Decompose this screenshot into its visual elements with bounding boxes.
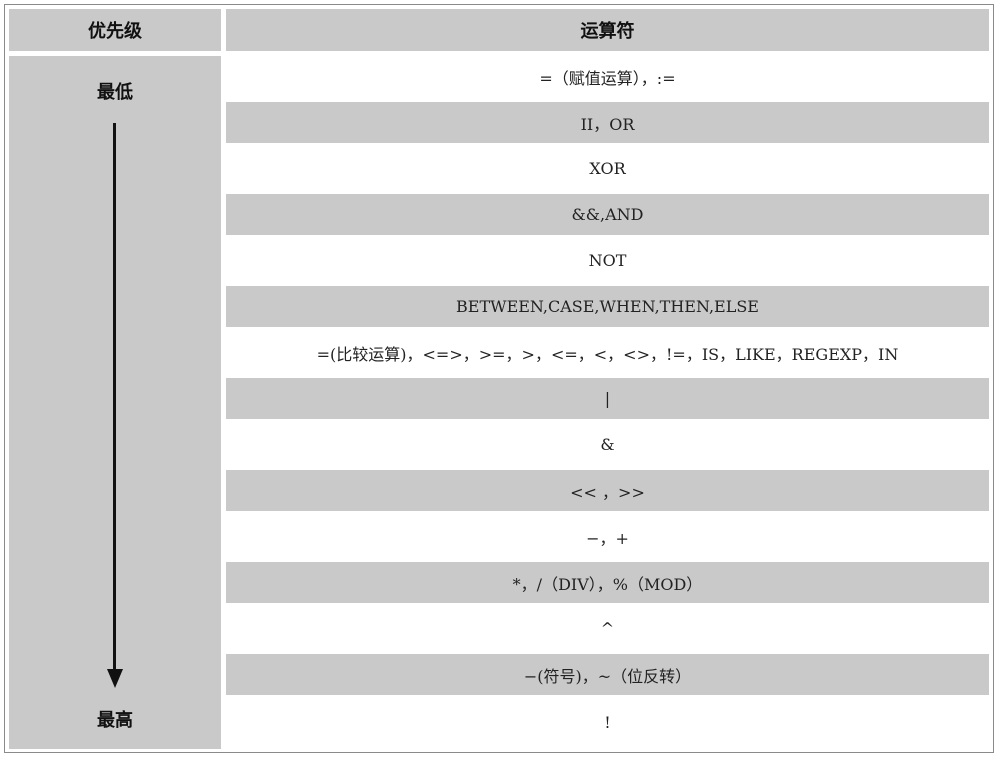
operator-text: << ，>> <box>570 482 645 502</box>
header-priority: 优先级 <box>9 9 221 51</box>
operator-text: & <box>600 435 615 454</box>
operator-row: ! <box>226 700 989 745</box>
priority-column: 最低 最高 <box>9 56 221 749</box>
operator-text: −，+ <box>586 528 629 548</box>
operator-text: | <box>604 389 611 408</box>
header-operator: 运算符 <box>226 9 989 51</box>
header-operator-label: 运算符 <box>580 21 635 42</box>
operator-row: XOR <box>226 148 989 189</box>
priority-lowest-label: 最低 <box>97 82 133 103</box>
operator-row: & <box>226 424 989 465</box>
operator-text: *，/（DIV），%（MOD） <box>512 574 703 594</box>
operator-text: XOR <box>589 159 626 178</box>
operator-row: | <box>226 378 989 419</box>
operator-text: =(比较运算)，<=>，>=，>，<=，<，<>，!=，IS，LIKE，REGE… <box>316 344 899 364</box>
operator-row: =(比较运算)，<=>，>=，>，<=，<，<>，!=，IS，LIKE，REGE… <box>226 332 989 373</box>
operator-text: −(符号)，~（位反转） <box>523 666 692 686</box>
operator-row: −(符号)，~（位反转） <box>226 654 989 695</box>
operator-text: =（赋值运算），:= <box>539 68 676 88</box>
operator-row: =（赋值运算），:= <box>226 56 989 97</box>
header-priority-label: 优先级 <box>88 21 142 42</box>
operator-text: ^ <box>600 619 615 638</box>
operator-row: *，/（DIV），%（MOD） <box>226 562 989 603</box>
arrow-head-icon <box>107 669 123 688</box>
operator-text: NOT <box>588 251 627 270</box>
operator-row: II，OR <box>226 102 989 143</box>
operator-row: &&,AND <box>226 194 989 235</box>
operator-text: BETWEEN,CASE,WHEN,THEN,ELSE <box>456 297 759 316</box>
operator-row: −，+ <box>226 516 989 557</box>
operator-text: ! <box>604 713 611 732</box>
operator-row: BETWEEN,CASE,WHEN,THEN,ELSE <box>226 286 989 327</box>
operator-row: << ，>> <box>226 470 989 511</box>
operator-text: &&,AND <box>571 205 644 224</box>
priority-highest-label: 最高 <box>97 710 133 731</box>
down-arrow-icon <box>113 123 116 675</box>
operator-text: II，OR <box>580 114 635 134</box>
operator-row: ^ <box>226 608 989 649</box>
operator-row: NOT <box>226 240 989 281</box>
